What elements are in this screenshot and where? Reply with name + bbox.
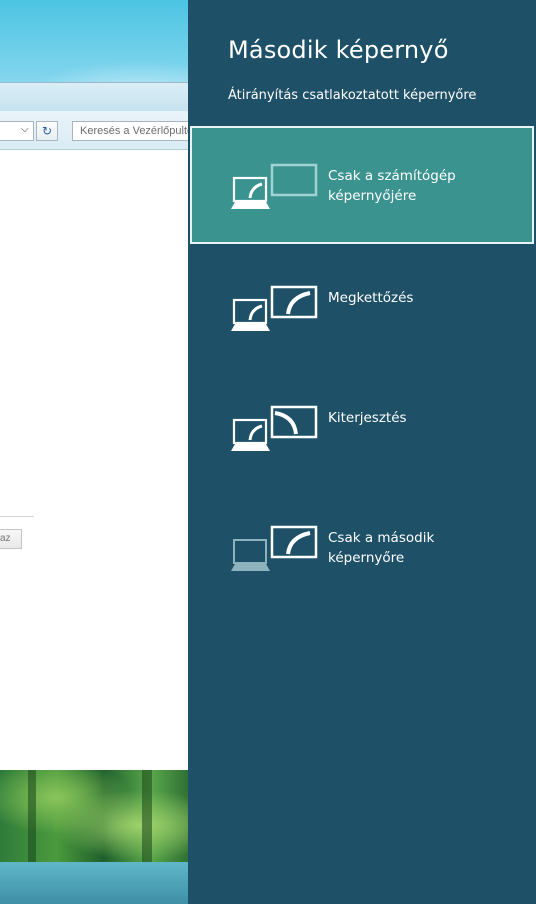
window-title-strip [0, 83, 188, 111]
option-label: Kiterjesztés [328, 410, 407, 426]
duplicate-icon [231, 285, 318, 331]
control-panel-window: ⌵ ↻ Keresés a Vezérlőpulton az [0, 82, 188, 771]
chevron-down-icon[interactable]: ⌵ [21, 124, 29, 135]
option-duplicate[interactable]: Megkettőzés [190, 248, 534, 366]
second-screen-only-icon [231, 525, 318, 571]
option-label: Csak a második képernyőre [328, 530, 435, 566]
wallpaper-stem [28, 770, 36, 862]
pc-screen-only-icon [231, 163, 318, 209]
option-pc-screen-only[interactable]: Csak a számítógép képernyőjére [190, 126, 534, 244]
extend-icon [231, 405, 318, 451]
desktop-background: ⌵ ↻ Keresés a Vezérlőpulton az [0, 0, 188, 904]
refresh-button[interactable]: ↻ [36, 121, 58, 141]
second-screen-panel: Második képernyő Átirányítás csatlakozta… [188, 0, 536, 904]
option-extend[interactable]: Kiterjesztés [190, 368, 534, 486]
address-bar[interactable]: ⌵ [0, 121, 34, 141]
partial-window-button[interactable]: az [0, 529, 22, 549]
refresh-icon: ↻ [41, 124, 53, 138]
panel-title: Második képernyő [228, 36, 449, 64]
option-second-screen-only[interactable]: Csak a második képernyőre [190, 488, 534, 606]
address-row: ⌵ ↻ Keresés a Vezérlőpulton [0, 111, 188, 150]
search-input[interactable]: Keresés a Vezérlőpulton [72, 121, 188, 141]
panel-subtitle: Átirányítás csatlakoztatott képernyőre [228, 88, 477, 103]
option-label: Megkettőzés [328, 290, 414, 306]
content-divider [0, 516, 34, 517]
option-label: Csak a számítógép képernyőjére [328, 168, 456, 204]
wallpaper-stem [142, 770, 152, 862]
taskbar[interactable] [0, 862, 188, 904]
